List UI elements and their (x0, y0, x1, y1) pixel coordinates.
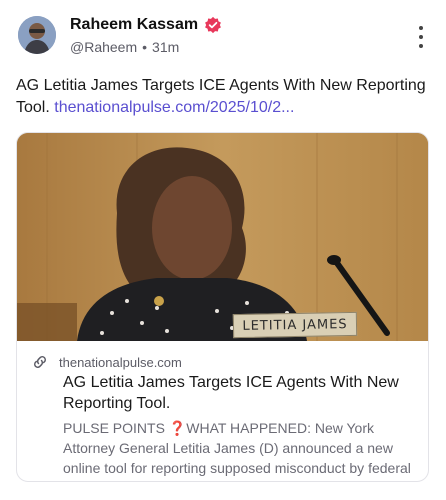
card-image[interactable]: LETITIA JAMES (17, 133, 428, 341)
avatar[interactable] (18, 16, 56, 54)
image-nameplate: LETITIA JAMES (232, 311, 358, 339)
author-name[interactable]: Raheem Kassam (70, 16, 198, 34)
link-icon (34, 356, 46, 368)
card-domain: thenationalpulse.com (59, 354, 182, 370)
handle-row: @Raheem • 31m (70, 39, 179, 55)
separator-dot: • (142, 39, 148, 55)
post-header: Raheem Kassam @Raheem • 31m (0, 0, 446, 70)
card-title[interactable]: AG Letitia James Targets ICE Agents With… (63, 372, 423, 414)
more-vertical-icon[interactable] (416, 26, 426, 48)
link-preview-card[interactable]: LETITIA JAMES thenationalpulse.com AG Le… (16, 132, 429, 482)
card-body: thenationalpulse.com AG Letitia James Ta… (17, 341, 428, 478)
post-time[interactable]: 31m (152, 39, 179, 55)
card-photo (17, 133, 428, 341)
post-text: AG Letitia James Targets ICE Agents With… (16, 75, 428, 119)
card-description: PULSE POINTS ❓WHAT HAPPENED: New York At… (63, 420, 411, 476)
author-handle[interactable]: @Raheem (70, 39, 137, 55)
post-link[interactable]: thenationalpulse.com/2025/10/2... (54, 99, 294, 116)
verified-badge-icon (205, 16, 221, 34)
avatar-image (18, 16, 56, 54)
